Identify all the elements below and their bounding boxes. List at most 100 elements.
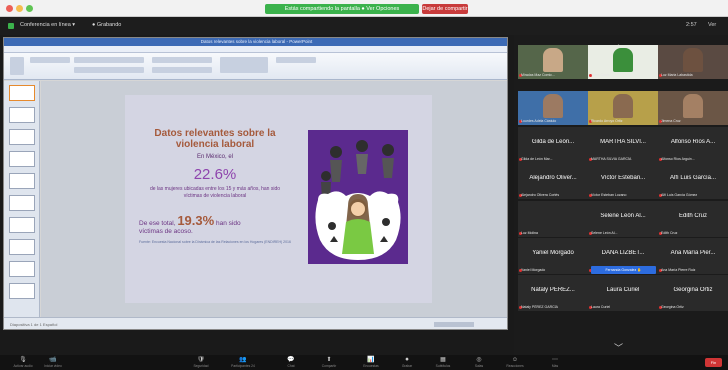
toolbar-button[interactable]: 👥 Participantes 24 xyxy=(228,357,258,368)
participant-tile[interactable]: MARTHA SILVI... MARTHA SILVIA GARCÍA xyxy=(588,127,658,163)
slide-thumbnail[interactable] xyxy=(9,173,35,189)
participant-tile[interactable]: Gilda de León... Gilda de León Mar... xyxy=(518,127,588,163)
slide-thumbnail[interactable] xyxy=(9,85,35,101)
participant-display-name: MARTHA SILVI... xyxy=(600,139,646,145)
slide-buttons[interactable] xyxy=(30,57,70,63)
shield-icon[interactable] xyxy=(8,23,14,29)
minimize-window-icon[interactable] xyxy=(16,5,23,12)
toolbar-button[interactable]: 📹 Iniciar video xyxy=(38,357,68,368)
participant-avatar xyxy=(613,48,633,72)
toolbar-label: Chat xyxy=(287,364,295,368)
ppt-ribbon[interactable] xyxy=(4,53,507,80)
participant-tile[interactable]: Yaniel Morgado Yaniel Morgado xyxy=(518,238,588,274)
participant-name: Gilda de León Mar... xyxy=(521,157,553,161)
toolbar-button[interactable]: 📊 Encuestas xyxy=(356,357,386,368)
participant-name: Toros Conts xyxy=(591,73,610,77)
participant-tile[interactable]: Luz Molina xyxy=(518,201,588,237)
participant-display-name: Víctor Esteban... xyxy=(600,175,646,181)
participant-tile[interactable]: Alfonso Ríos A... Alfonso Ríos Arguin... xyxy=(658,127,728,163)
toolbar-icon: ⏺ xyxy=(405,357,409,363)
toolbar-label: Más xyxy=(551,364,559,368)
slide-editor[interactable]: Datos relevantes sobre la violencia labo… xyxy=(41,81,507,317)
participant-name: Nataly PÉREZ GARCÍA xyxy=(521,305,558,309)
participant-tile[interactable]: Alfí Luis García... Alfí Luis García Góme… xyxy=(658,163,728,199)
stop-share-button[interactable]: Dejar de compartir xyxy=(422,4,468,14)
toolbar-button[interactable]: 🎙 Activar audio xyxy=(8,357,38,368)
toolbar-icon: 💬 xyxy=(287,357,295,363)
screen: Estás compartiendo la pantalla ● Ver Opc… xyxy=(0,0,728,370)
video-tile[interactable]: Luz Maria Labastida xyxy=(658,45,728,79)
toolbar-icon: ☺ xyxy=(511,357,519,363)
meeting-title[interactable]: Conferencia en línea ▾ xyxy=(20,22,75,28)
participant-tile[interactable]: Ana María Pier... Ana María Pierre Ruiz xyxy=(658,238,728,274)
toolbar-button[interactable]: 🛡 Seguridad xyxy=(186,357,216,368)
toolbar-button[interactable]: ☺ Reacciones xyxy=(500,357,530,368)
current-slide[interactable]: Datos relevantes sobre la violencia labo… xyxy=(125,95,432,303)
zoom-slider[interactable] xyxy=(434,322,474,327)
slide-thumbnail[interactable] xyxy=(9,195,35,211)
slide-thumbnail[interactable] xyxy=(9,107,35,123)
participant-display-name: DANA LIZBET... xyxy=(601,250,645,256)
participant-tile[interactable]: Alejandro Oliver... Alejandro Olivera Cor… xyxy=(518,163,588,199)
font-controls[interactable] xyxy=(74,57,144,63)
participant-tile[interactable]: Selene León Al... Selene León Al... xyxy=(588,201,658,237)
toolbar-button[interactable]: ⬆ Compartir xyxy=(314,357,344,368)
toolbar-button[interactable]: ▦ Subtítulos xyxy=(428,357,458,368)
slide-thumbnail[interactable] xyxy=(9,261,35,277)
slide-thumbnail[interactable] xyxy=(9,129,35,145)
slide-percentage: 22.6% xyxy=(193,166,237,183)
toolbar-label: Reacciones xyxy=(506,364,524,368)
sharing-status-indicator[interactable]: Estás compartiendo la pantalla ● Ver Opc… xyxy=(265,4,419,14)
ppt-ribbon-tabs[interactable] xyxy=(4,46,507,53)
toolbar-icon: 📊 xyxy=(367,357,375,363)
slide-thumbnail[interactable] xyxy=(9,151,35,167)
participant-tile[interactable]: Nataly PÉREZ... Nataly PÉREZ GARCÍA xyxy=(518,275,588,311)
slide-thumbnail[interactable] xyxy=(9,239,35,255)
chevron-down-icon[interactable]: ﹀ xyxy=(614,341,623,354)
participant-display-name: Nataly PÉREZ... xyxy=(531,287,575,293)
top-share-bar: Estás compartiendo la pantalla ● Ver Opc… xyxy=(0,0,728,17)
format-controls[interactable] xyxy=(74,67,144,73)
toolbar-icon: ▦ xyxy=(440,357,446,363)
participant-name: Jimena Cruz xyxy=(661,119,681,123)
recording-indicator: ● Grabando xyxy=(92,22,122,28)
toolbar-button[interactable]: ◎ Salas xyxy=(464,357,494,368)
video-tile[interactable]: Toros Conts xyxy=(588,45,658,79)
toolbar-label: Participantes 24 xyxy=(231,364,255,368)
participant-tile[interactable]: Georgina Ortiz Georgina Ortiz xyxy=(658,275,728,311)
video-tile[interactable]: Lourdes Adela Cástulo xyxy=(518,91,588,125)
close-window-icon[interactable] xyxy=(6,5,13,12)
drawing-controls[interactable] xyxy=(220,57,268,73)
toolbar-button[interactable]: 💬 Chat xyxy=(276,357,306,368)
video-tile[interactable]: Miradas Maz Comic... xyxy=(518,45,588,79)
slide-thumbnails[interactable] xyxy=(4,81,40,317)
ppt-status-text: Diapositiva 1 de 1 Español xyxy=(10,322,58,327)
paragraph-controls[interactable] xyxy=(152,57,212,63)
edit-controls[interactable] xyxy=(276,57,316,63)
end-meeting-button[interactable]: Fin xyxy=(705,358,722,367)
participant-tile[interactable]: Víctor Esteban... Víctor Esteban Lozano xyxy=(588,163,658,199)
paste-icon[interactable] xyxy=(10,57,24,75)
video-tile[interactable]: Ricardo Arroyo Ortiz xyxy=(588,91,658,125)
toolbar-label: Seguridad xyxy=(193,364,209,368)
slide-thumbnail[interactable] xyxy=(9,283,35,299)
toolbar-button[interactable]: ⋯ Más xyxy=(540,357,570,368)
meeting-toolbar: 🎙 Activar audio 📹 Iniciar video 🛡 Seguridad 👥 P… xyxy=(0,355,728,370)
toolbar-icon: 📹 xyxy=(49,357,57,363)
participant-name: Ana María Pierre Ruiz xyxy=(661,268,696,272)
video-tile[interactable]: Jimena Cruz xyxy=(658,91,728,125)
slide-thumbnail[interactable] xyxy=(9,217,35,233)
participant-name: Alfí Luis García Gómez xyxy=(661,193,698,197)
participant-name: Alejandro Olivera Cortés xyxy=(521,193,560,197)
participant-tile[interactable]: Edith Cruz Edith Cruz xyxy=(658,201,728,237)
view-button[interactable]: Ver xyxy=(708,22,716,28)
participant-tile[interactable]: Laura Curiel Laura Curiel xyxy=(588,275,658,311)
participant-avatar xyxy=(543,94,563,118)
toolbar-label: Activar audio xyxy=(13,364,33,368)
participant-avatar xyxy=(683,94,703,118)
toolbar-label: Compartir xyxy=(321,364,337,368)
align-controls[interactable] xyxy=(152,67,212,73)
participant-avatar xyxy=(683,48,703,72)
toolbar-button[interactable]: ⏺ Grabar xyxy=(392,357,422,368)
maximize-window-icon[interactable] xyxy=(26,5,33,12)
